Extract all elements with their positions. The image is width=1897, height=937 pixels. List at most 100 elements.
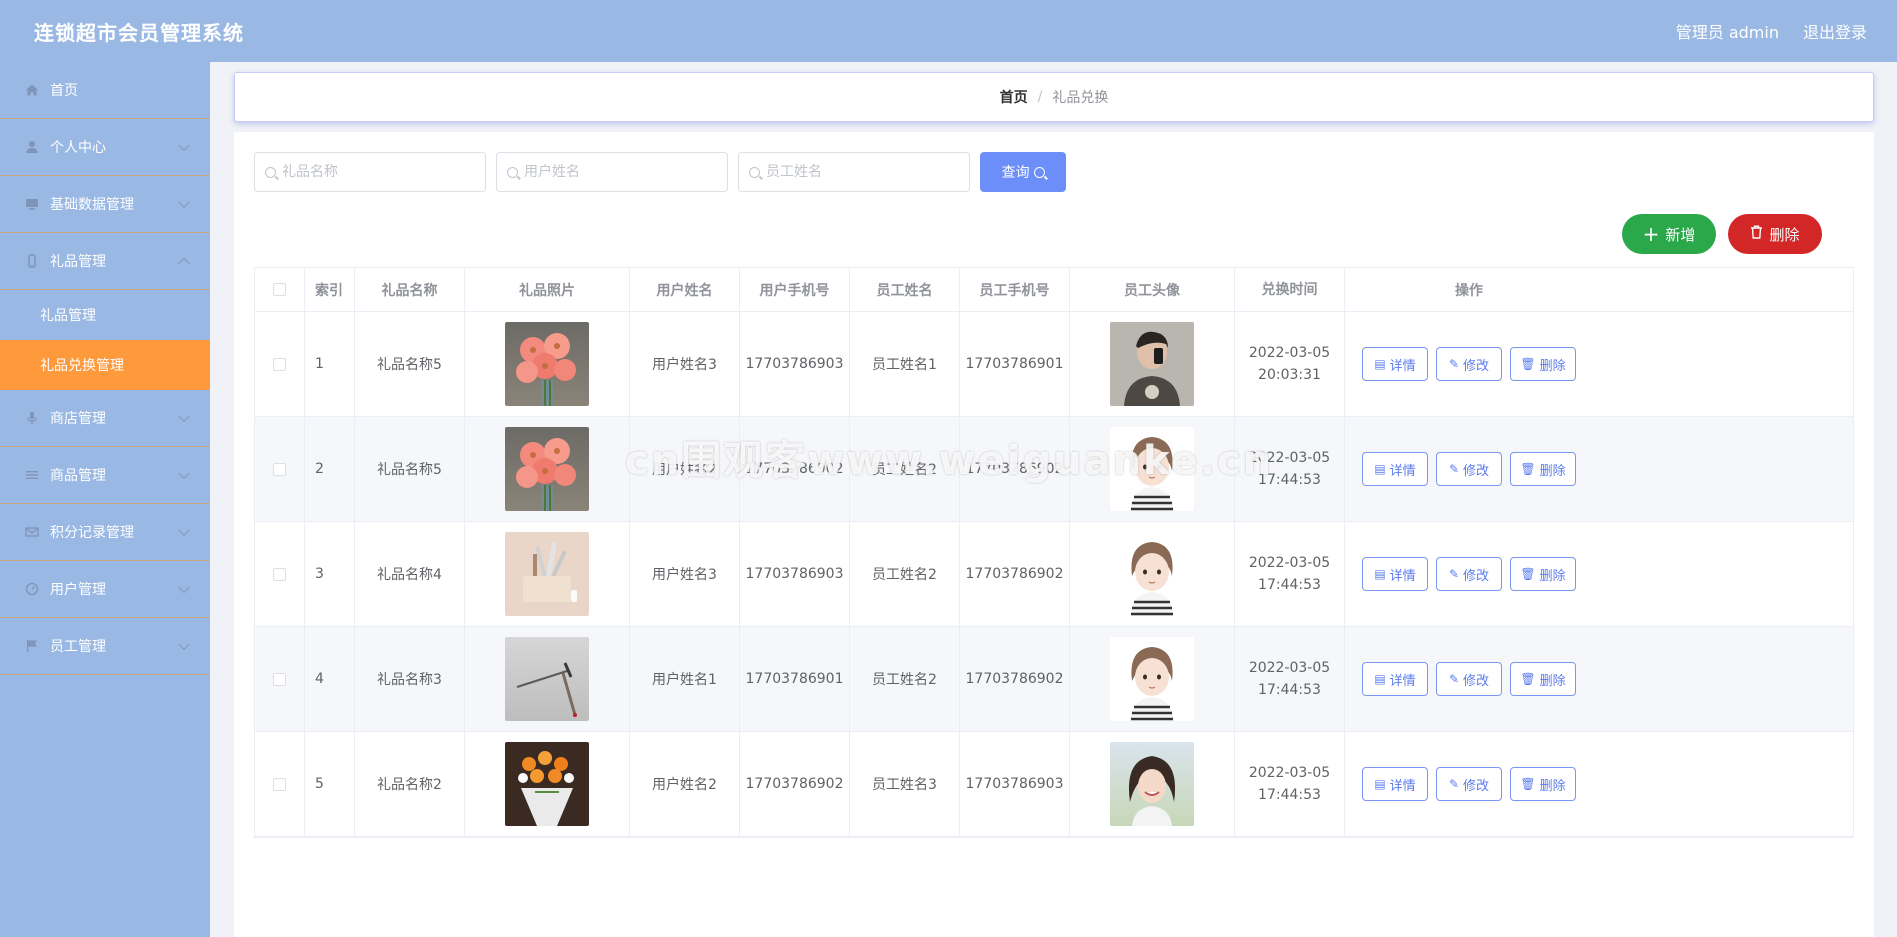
gift-photo-sword — [505, 637, 589, 721]
sidebar-item-label: 基础数据管理 — [50, 197, 134, 213]
detail-button[interactable]: ▤ 详情 — [1362, 347, 1428, 381]
staff-avatar-cartoon — [1110, 532, 1194, 616]
batch-delete-button[interactable]: 删除 — [1728, 214, 1822, 254]
chevron-down-icon — [178, 581, 190, 594]
detail-button[interactable]: ▤ 详情 — [1362, 557, 1428, 591]
breadcrumb: 首页 / 礼品兑换 — [234, 72, 1874, 122]
sidebar-item-user-management[interactable]: 用户管理 — [0, 561, 210, 618]
sidebar-item-label: 礼品管理 — [50, 254, 106, 270]
sidebar-item-points-record[interactable]: 积分记录管理 — [0, 504, 210, 561]
detail-label: 详情 — [1389, 673, 1416, 689]
staff-name-search[interactable] — [738, 152, 970, 192]
exchange-time-cell: 2022-03-05 17:44:53 — [1235, 522, 1345, 626]
delete-button[interactable]: 🗑 删除 — [1510, 557, 1576, 591]
staff-avatar-photo — [1110, 322, 1194, 406]
header-gift-name: 礼品名称 — [355, 268, 465, 311]
exchange-time-cell: 2022-03-05 17:44:53 — [1235, 732, 1345, 836]
detail-button[interactable]: ▤ 详情 — [1362, 767, 1428, 801]
user-icon — [24, 139, 40, 155]
gauge-icon — [24, 581, 40, 597]
trash-icon — [1750, 225, 1763, 243]
gift-name-cell: 礼品名称5 — [355, 312, 465, 416]
search-icon — [265, 166, 276, 178]
staff-avatar-photo — [1110, 742, 1194, 826]
header-gift-photo: 礼品照片 — [465, 268, 630, 311]
user-phone-cell: 17703786902 — [740, 732, 850, 836]
user-name-cell: 用户姓名2 — [630, 417, 740, 521]
gift-photo-cell — [465, 417, 630, 521]
sidebar-item-staff-management[interactable]: 员工管理 — [0, 618, 210, 675]
table-row: 1 礼品名称5 用户姓名3 17703786903 员工姓名1 17703786… — [255, 312, 1853, 417]
chevron-down-icon — [178, 524, 190, 537]
edit-button[interactable]: ✎ 修改 — [1436, 662, 1502, 696]
gift-photo-flowers — [505, 322, 589, 406]
gift-photo-brush-holder — [505, 532, 589, 616]
phone-icon — [24, 253, 40, 269]
app-title: 连锁超市会员管理系统 — [34, 20, 244, 45]
edit-icon: ✎ — [1448, 357, 1460, 371]
user-phone-cell: 17703786901 — [740, 627, 850, 731]
search-icon — [507, 166, 518, 178]
query-button-label: 查询 — [1001, 164, 1030, 180]
query-button[interactable]: 查询 — [980, 152, 1066, 192]
staff-name-input[interactable] — [766, 164, 956, 180]
delete-label: 删除 — [1539, 463, 1566, 479]
submenu-item-gift-management[interactable]: 礼品管理 — [0, 290, 210, 340]
top-bar: 连锁超市会员管理系统 管理员 admin 退出登录 — [0, 0, 1897, 62]
sidebar-item-label: 商品管理 — [50, 468, 106, 484]
select-all-checkbox[interactable] — [273, 283, 286, 296]
delete-label: 删除 — [1539, 358, 1566, 374]
sidebar-item-personal-center[interactable]: 个人中心 — [0, 119, 210, 176]
row-checkbox[interactable] — [273, 567, 286, 581]
table-row: 2 礼品名称5 用户姓名2 17703786902 员工姓名2 17703786… — [255, 417, 1853, 522]
sidebar-item-home[interactable]: 首页 — [0, 62, 210, 119]
gift-name-input[interactable] — [282, 164, 472, 180]
sidebar-item-store-management[interactable]: 商店管理 — [0, 390, 210, 447]
table-row: 3 礼品名称4 用户姓名3 17703786903 员工姓名2 17703786… — [255, 522, 1853, 627]
detail-button[interactable]: ▤ 详情 — [1362, 662, 1428, 696]
row-select-cell — [255, 732, 305, 836]
delete-button[interactable]: 🗑 删除 — [1510, 347, 1576, 381]
user-name-cell: 用户姓名3 — [630, 522, 740, 626]
user-name-input[interactable] — [524, 164, 714, 180]
add-button-label: 新增 — [1665, 225, 1696, 244]
user-name-cell: 用户姓名3 — [630, 312, 740, 416]
user-phone-cell: 17703786902 — [740, 417, 850, 521]
user-name-search[interactable] — [496, 152, 728, 192]
edit-button[interactable]: ✎ 修改 — [1436, 347, 1502, 381]
staff-avatar-cell — [1070, 417, 1235, 521]
chevron-down-icon — [178, 410, 190, 423]
chevron-down-icon — [178, 139, 190, 152]
gift-name-search[interactable] — [254, 152, 486, 192]
header-operations: 操作 — [1455, 282, 1483, 299]
index-cell: 4 — [305, 627, 355, 731]
row-checkbox[interactable] — [273, 357, 286, 371]
delete-button[interactable]: 🗑 删除 — [1510, 452, 1576, 486]
row-checkbox[interactable] — [273, 777, 286, 791]
exchange-time-cell: 2022-03-05 20:03:31 — [1235, 312, 1345, 416]
edit-button[interactable]: ✎ 修改 — [1436, 452, 1502, 486]
delete-button[interactable]: 🗑 删除 — [1510, 767, 1576, 801]
edit-button[interactable]: ✎ 修改 — [1436, 557, 1502, 591]
edit-label: 修改 — [1463, 358, 1490, 374]
header-staff-avatar: 员工头像 — [1070, 268, 1235, 311]
sidebar-item-gift-management[interactable]: 礼品管理 — [0, 233, 210, 290]
delete-button[interactable]: 🗑 删除 — [1510, 662, 1576, 696]
row-checkbox[interactable] — [273, 672, 286, 686]
detail-button[interactable]: ▤ 详情 — [1362, 452, 1428, 486]
index-cell: 3 — [305, 522, 355, 626]
sidebar-item-product-management[interactable]: 商品管理 — [0, 447, 210, 504]
staff-avatar-cell — [1070, 732, 1235, 836]
search-icon — [749, 166, 760, 178]
header-staff-name: 员工姓名 — [850, 268, 960, 311]
logout-button[interactable]: 退出登录 — [1803, 19, 1867, 43]
exchange-table: 索引 礼品名称 礼品照片 用户姓名 用户手机号 员工姓名 员工手机号 员工头像 … — [254, 267, 1854, 838]
content-panel: 查询 + 新增 删除 索引 礼品名称 礼品照片 用户姓名 — [234, 132, 1874, 937]
breadcrumb-home[interactable]: 首页 — [1000, 87, 1028, 107]
add-button[interactable]: + 新增 — [1622, 214, 1716, 254]
edit-button[interactable]: ✎ 修改 — [1436, 767, 1502, 801]
row-checkbox[interactable] — [273, 462, 286, 476]
sidebar-item-basic-data[interactable]: 基础数据管理 — [0, 176, 210, 233]
admin-user-label[interactable]: 管理员 admin — [1676, 19, 1779, 43]
submenu-item-gift-exchange[interactable]: 礼品兑换管理 — [0, 340, 210, 390]
